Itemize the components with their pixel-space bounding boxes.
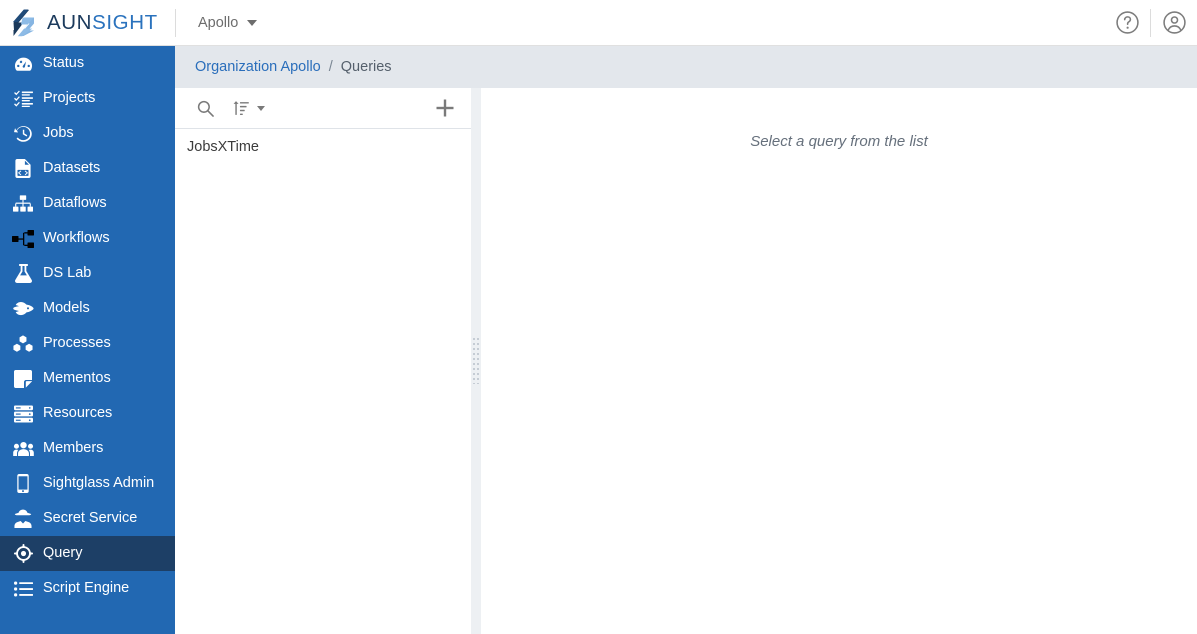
sidebar-item-workflows[interactable]: Workflows (0, 221, 175, 256)
cubes-icon (12, 334, 34, 354)
sidebar-item-label: Query (43, 545, 83, 562)
server-icon (12, 404, 34, 424)
project-diagram-icon (12, 229, 34, 248)
history-clock-icon (12, 124, 34, 144)
sidebar-item-projects[interactable]: Projects (0, 81, 175, 116)
question-circle-icon (1115, 11, 1139, 34)
tachometer-icon (12, 54, 34, 74)
header-divider (175, 8, 176, 37)
brand-wordmark: AUNSIGHT (47, 11, 158, 35)
help-button[interactable] (1104, 0, 1150, 46)
app-root: AUNSIGHT Apollo Status Projects Jobs Dat… (0, 0, 1197, 634)
sidebar-item-dataflows[interactable]: Dataflows (0, 186, 175, 221)
sidebar-item-label: Processes (43, 335, 111, 352)
caret-down-icon (257, 105, 265, 111)
sidebar-item-models[interactable]: Models (0, 291, 175, 326)
rocket-icon (12, 299, 34, 319)
file-code-icon (12, 159, 34, 179)
sidebar-item-members[interactable]: Members (0, 431, 175, 466)
search-button[interactable] (193, 94, 217, 122)
sidebar-item-sightglass-admin[interactable]: Sightglass Admin (0, 466, 175, 501)
list-ul-icon (12, 579, 34, 599)
sidebar-item-secret-service[interactable]: Secret Service (0, 501, 175, 536)
grip-column (473, 338, 475, 384)
crosshair-icon (12, 544, 34, 564)
sidebar-item-label: Models (43, 300, 90, 317)
sidebar-item-label: Datasets (43, 160, 101, 177)
main-sidebar-nav: Status Projects Jobs Datasets Dataflows … (0, 46, 175, 634)
breadcrumb-link-organization[interactable]: Organization Apollo (195, 59, 321, 75)
brand-text-aun: AUN (47, 10, 93, 34)
query-list-panel: JobsXTime (175, 88, 475, 634)
panel-resize-handle[interactable] (471, 88, 481, 634)
sort-amount-icon (233, 101, 249, 116)
sidebar-item-resources[interactable]: Resources (0, 396, 175, 431)
sticky-note-icon (12, 369, 34, 389)
empty-state-message: Select a query from the list (750, 133, 928, 150)
sidebar-item-label: DS Lab (43, 265, 92, 282)
breadcrumb-separator: / (328, 59, 333, 75)
sidebar-item-datasets[interactable]: Datasets (0, 151, 175, 186)
org-switcher-label: Apollo (198, 14, 239, 31)
grip-column (477, 338, 479, 384)
sidebar-item-query[interactable]: Query (0, 536, 175, 571)
flask-icon (12, 264, 34, 284)
user-secret-icon (12, 509, 34, 529)
caret-down-icon (247, 19, 258, 26)
sidebar-item-label: Projects (43, 90, 96, 107)
sidebar-item-label: Status (43, 55, 85, 72)
breadcrumb-current-page: Queries (340, 59, 392, 75)
sidebar-item-status[interactable]: Status (0, 46, 175, 81)
plus-icon (436, 99, 454, 117)
tasks-list-icon (12, 89, 34, 109)
sidebar-item-label: Script Engine (43, 580, 130, 597)
sidebar-item-label: Workflows (43, 230, 110, 247)
resize-grip-dots (473, 338, 479, 384)
query-detail-panel: Select a query from the list (481, 88, 1197, 634)
brand-text-sight: SIGHT (92, 10, 158, 34)
query-list: JobsXTime (175, 129, 474, 165)
sidebar-item-ds-lab[interactable]: DS Lab (0, 256, 175, 291)
account-button[interactable] (1151, 0, 1197, 46)
sidebar-item-label: Mementos (43, 370, 111, 387)
list-item[interactable]: JobsXTime (175, 129, 474, 165)
sidebar-item-label: Resources (43, 405, 113, 422)
sitemap-icon (12, 194, 34, 214)
sidebar-item-mementos[interactable]: Mementos (0, 361, 175, 396)
header-icon-group (1104, 0, 1197, 46)
sidebar-item-jobs[interactable]: Jobs (0, 116, 175, 151)
sidebar-item-label: Sightglass Admin (43, 475, 155, 492)
query-list-toolbar (175, 88, 474, 129)
sidebar-item-label: Dataflows (43, 195, 107, 212)
search-icon (197, 100, 214, 117)
users-icon (12, 439, 34, 459)
aunsight-logo-icon (13, 9, 34, 36)
top-header-bar: AUNSIGHT Apollo (0, 0, 1197, 46)
user-circle-icon (1162, 11, 1186, 34)
org-switcher-dropdown[interactable]: Apollo (184, 0, 271, 46)
breadcrumb: Organization Apollo / Queries (175, 46, 1197, 88)
sort-button[interactable] (233, 94, 265, 122)
query-item-name: JobsXTime (187, 139, 259, 155)
mobile-icon (12, 474, 34, 494)
sidebar-item-script-engine[interactable]: Script Engine (0, 571, 175, 606)
sidebar-item-label: Members (43, 440, 104, 457)
brand-logo-area[interactable]: AUNSIGHT (0, 0, 175, 46)
sidebar-item-processes[interactable]: Processes (0, 326, 175, 361)
sidebar-item-label: Jobs (43, 125, 74, 142)
add-query-button[interactable] (432, 94, 458, 122)
sidebar-item-label: Secret Service (43, 510, 138, 527)
